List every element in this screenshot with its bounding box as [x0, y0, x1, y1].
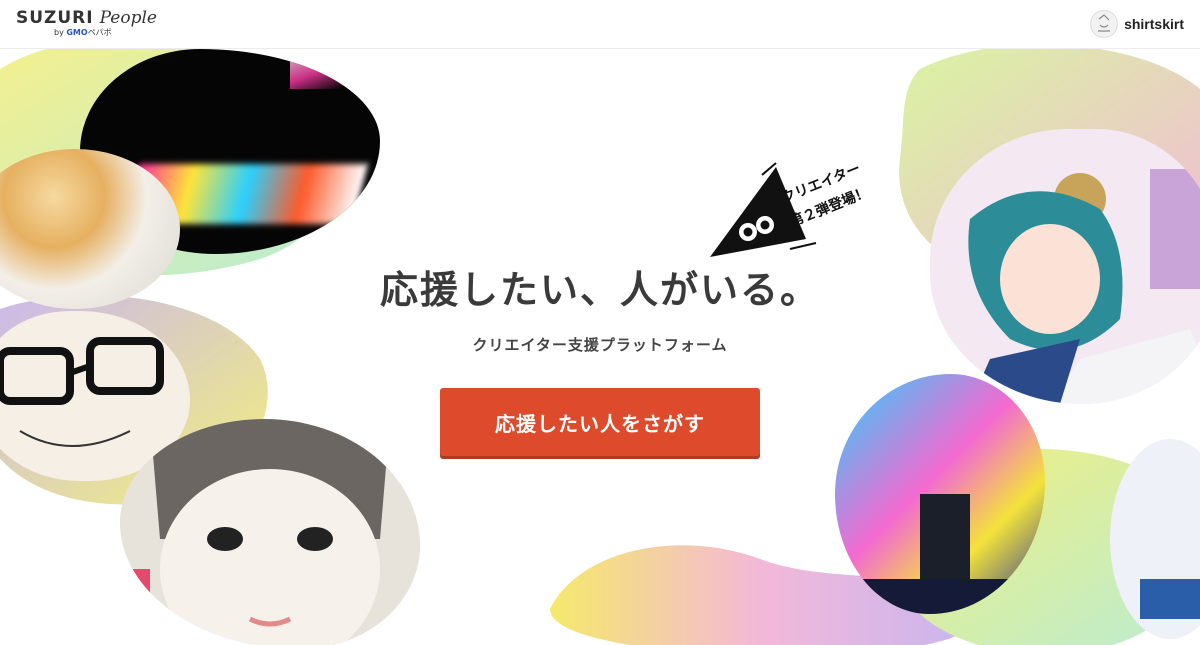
suzuri-people-logo[interactable]: SUZURI People by GMOペパボ: [16, 8, 157, 38]
art-girl-portrait[interactable]: [120, 419, 420, 645]
badge-flag-icon: クリエイター 第２弾登場！: [710, 161, 871, 257]
logo-suzuri-text: SUZURI: [16, 8, 94, 28]
user-menu[interactable]: shirtskirt: [1090, 10, 1184, 38]
user-name[interactable]: shirtskirt: [1124, 16, 1184, 32]
site-header: SUZURI People by GMOペパボ shirtskirt: [0, 0, 1200, 49]
hero-subline: クリエイター支援プラットフォーム: [472, 336, 728, 354]
user-avatar[interactable]: [1090, 10, 1119, 38]
logo-byline: by GMOペパボ: [54, 27, 157, 38]
logo-by: by: [54, 28, 64, 37]
creator-second-wave-badge: クリエイター 第２弾登場！: [704, 153, 884, 273]
find-creators-button[interactable]: 応援したい人をさがす: [440, 388, 760, 456]
hero-headline: 応援したい、人がいる。: [379, 268, 820, 312]
logo-gmo: GMO: [66, 28, 88, 37]
logo-pepabo: ペパボ: [87, 28, 112, 37]
hero-section: クリエイター 第２弾登場！ 応援したい、人がいる。 クリエイター支援プラットフォ…: [0, 49, 1200, 645]
logo-people-text: People: [99, 8, 157, 28]
